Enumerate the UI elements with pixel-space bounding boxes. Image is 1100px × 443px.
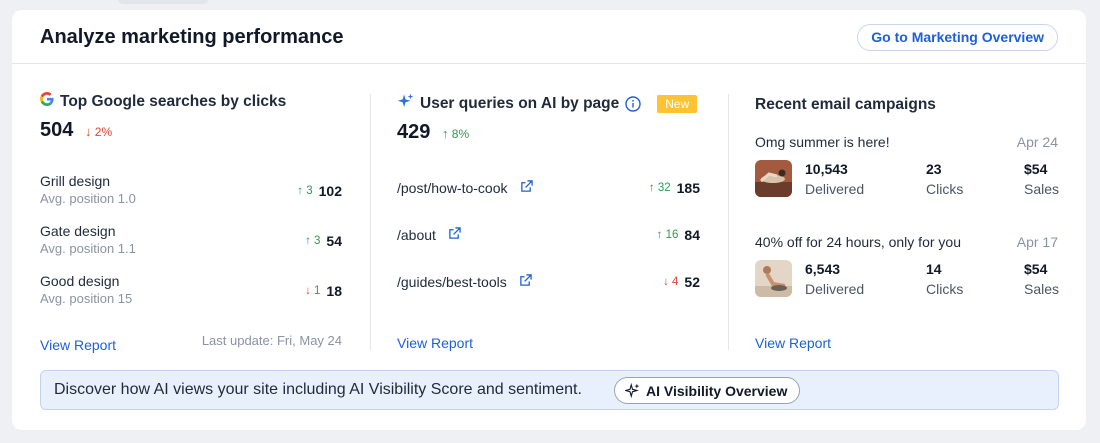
sales-stat: $54 Sales: [1024, 161, 1059, 197]
delta-down: ↓ 1: [305, 285, 321, 297]
clicks-value: 18: [326, 283, 342, 299]
marketing-performance-card: Analyze marketing performance Go to Mark…: [12, 10, 1086, 430]
ai-visibility-button-label: AI Visibility Overview: [646, 382, 788, 399]
google-total-value: 504: [40, 119, 74, 141]
campaign-thumbnail: [755, 260, 792, 297]
google-view-report-link[interactable]: View Report: [40, 337, 116, 353]
sales-value: $54: [1024, 161, 1048, 177]
google-total-trend: ↓ 2%: [84, 124, 113, 139]
ai-section-header: User queries on AI by page New: [397, 93, 698, 115]
sales-stat: $54 Sales: [1024, 261, 1059, 297]
card-title: Analyze marketing performance: [40, 26, 344, 48]
delivered-label: Delivered: [805, 281, 865, 297]
queries-value: 185: [676, 180, 700, 196]
google-section-title: Top Google searches by clicks: [60, 92, 287, 110]
clicks-value: 102: [318, 183, 342, 199]
ai-section-title: User queries on AI by page: [420, 95, 620, 112]
sales-value: $54: [1024, 261, 1048, 277]
ai-page-path[interactable]: /post/how-to-cook: [397, 180, 533, 196]
ai-queries-section: User queries on AI by page New 429 ↑ 8% …: [370, 93, 728, 351]
arrow-down-icon: ↓: [305, 285, 311, 297]
email-view-report-link[interactable]: View Report: [755, 335, 831, 351]
go-to-marketing-overview-button[interactable]: Go to Marketing Overview: [857, 24, 1058, 51]
clicks-value: 54: [326, 233, 342, 249]
ai-visibility-banner: Discover how AI views your site includin…: [40, 370, 1059, 410]
sales-label: Sales: [1024, 281, 1060, 297]
sparkle-icon: [397, 93, 414, 115]
arrow-up-icon: ↑: [297, 185, 304, 197]
new-badge: New: [657, 95, 698, 113]
ai-total-trend: ↑ 8%: [441, 126, 470, 141]
delivered-label: Delivered: [805, 181, 865, 197]
google-searches-section: Top Google searches by clicks 504 ↓ 2% G…: [12, 64, 370, 353]
campaign-thumbnail: [755, 160, 792, 197]
ai-row-value: ↓ 4 52: [663, 274, 700, 290]
ai-trend-value: 8%: [451, 127, 470, 141]
email-section-title: Recent email campaigns: [755, 96, 936, 113]
search-term: Grill design: [40, 173, 111, 189]
delta-up: ↑ 3: [297, 185, 313, 197]
search-row-value: ↑ 3 102: [297, 183, 342, 199]
search-avg-position: Avg. position 15: [40, 291, 133, 306]
ai-visibility-overview-button[interactable]: AI Visibility Overview: [614, 377, 801, 404]
ai-page-path[interactable]: /guides/best-tools: [397, 274, 532, 290]
google-section-header: Top Google searches by clicks: [40, 92, 286, 111]
clicks-label: Clicks: [926, 181, 964, 197]
arrow-up-icon: ↑: [441, 126, 449, 141]
google-trend-value: 2%: [94, 125, 113, 139]
google-total: 504 ↓ 2%: [40, 119, 112, 142]
arrow-down-icon: ↓: [663, 276, 669, 288]
external-link-icon[interactable]: [519, 274, 532, 290]
external-link-icon[interactable]: [520, 180, 533, 196]
ai-total-value: 429: [397, 121, 431, 143]
sparkle-icon: [625, 383, 640, 398]
ai-row-value: ↑ 32 185: [649, 180, 700, 196]
queries-value: 52: [684, 274, 700, 290]
clicks-label: Clicks: [926, 281, 964, 297]
ai-view-report-link[interactable]: View Report: [397, 335, 473, 351]
page-path-text: /post/how-to-cook: [397, 180, 508, 196]
ai-row-value: ↑ 16 84: [657, 227, 700, 243]
campaign-date: Apr 24: [1016, 134, 1058, 150]
delta-down: ↓ 4: [663, 276, 679, 288]
arrow-up-icon: ↑: [656, 229, 663, 241]
delivered-value: 10,543: [805, 161, 848, 177]
card-header: Analyze marketing performance Go to Mark…: [12, 10, 1086, 64]
arrow-up-icon: ↑: [648, 182, 655, 194]
external-link-icon[interactable]: [448, 227, 461, 243]
ai-page-path[interactable]: /about: [397, 227, 461, 243]
clicks-stat: 14 Clicks: [926, 261, 963, 297]
search-avg-position: Avg. position 1.0: [40, 191, 136, 206]
delivered-stat: 6,543 Delivered: [805, 261, 864, 297]
queries-value: 84: [684, 227, 700, 243]
delivered-value: 6,543: [805, 261, 841, 277]
ai-total: 429 ↑ 8%: [397, 121, 469, 144]
delta-up: ↑ 16: [656, 229, 679, 241]
search-row-value: ↓ 1 18: [305, 283, 342, 299]
clicks-value: 14: [926, 261, 942, 277]
info-icon[interactable]: [625, 96, 641, 112]
arrow-up-icon: ↑: [305, 235, 311, 247]
search-term: Good design: [40, 273, 120, 289]
clicks-stat: 23 Clicks: [926, 161, 963, 197]
campaign-date: Apr 17: [1016, 234, 1058, 250]
banner-text: Discover how AI views your site includin…: [54, 381, 582, 398]
campaign-name[interactable]: Omg summer is here!: [755, 134, 890, 150]
arrow-down-icon: ↓: [84, 124, 92, 139]
google-icon: [40, 92, 54, 111]
delta-up: ↑ 32: [648, 182, 671, 194]
delivered-stat: 10,543 Delivered: [805, 161, 864, 197]
last-update-text: Last update: Fri, May 24: [201, 333, 342, 348]
search-avg-position: Avg. position 1.1: [40, 241, 136, 256]
top-tab-stub: [118, 0, 208, 4]
email-campaigns-section: Recent email campaigns Omg summer is her…: [728, 94, 1086, 351]
campaign-name[interactable]: 40% off for 24 hours, only for you: [755, 234, 961, 250]
sales-label: Sales: [1024, 181, 1060, 197]
search-term: Gate design: [40, 223, 116, 239]
page-path-text: /about: [397, 227, 436, 243]
delta-up: ↑ 3: [305, 235, 321, 247]
clicks-value: 23: [926, 161, 942, 177]
search-row-value: ↑ 3 54: [305, 233, 342, 249]
page-path-text: /guides/best-tools: [397, 274, 507, 290]
